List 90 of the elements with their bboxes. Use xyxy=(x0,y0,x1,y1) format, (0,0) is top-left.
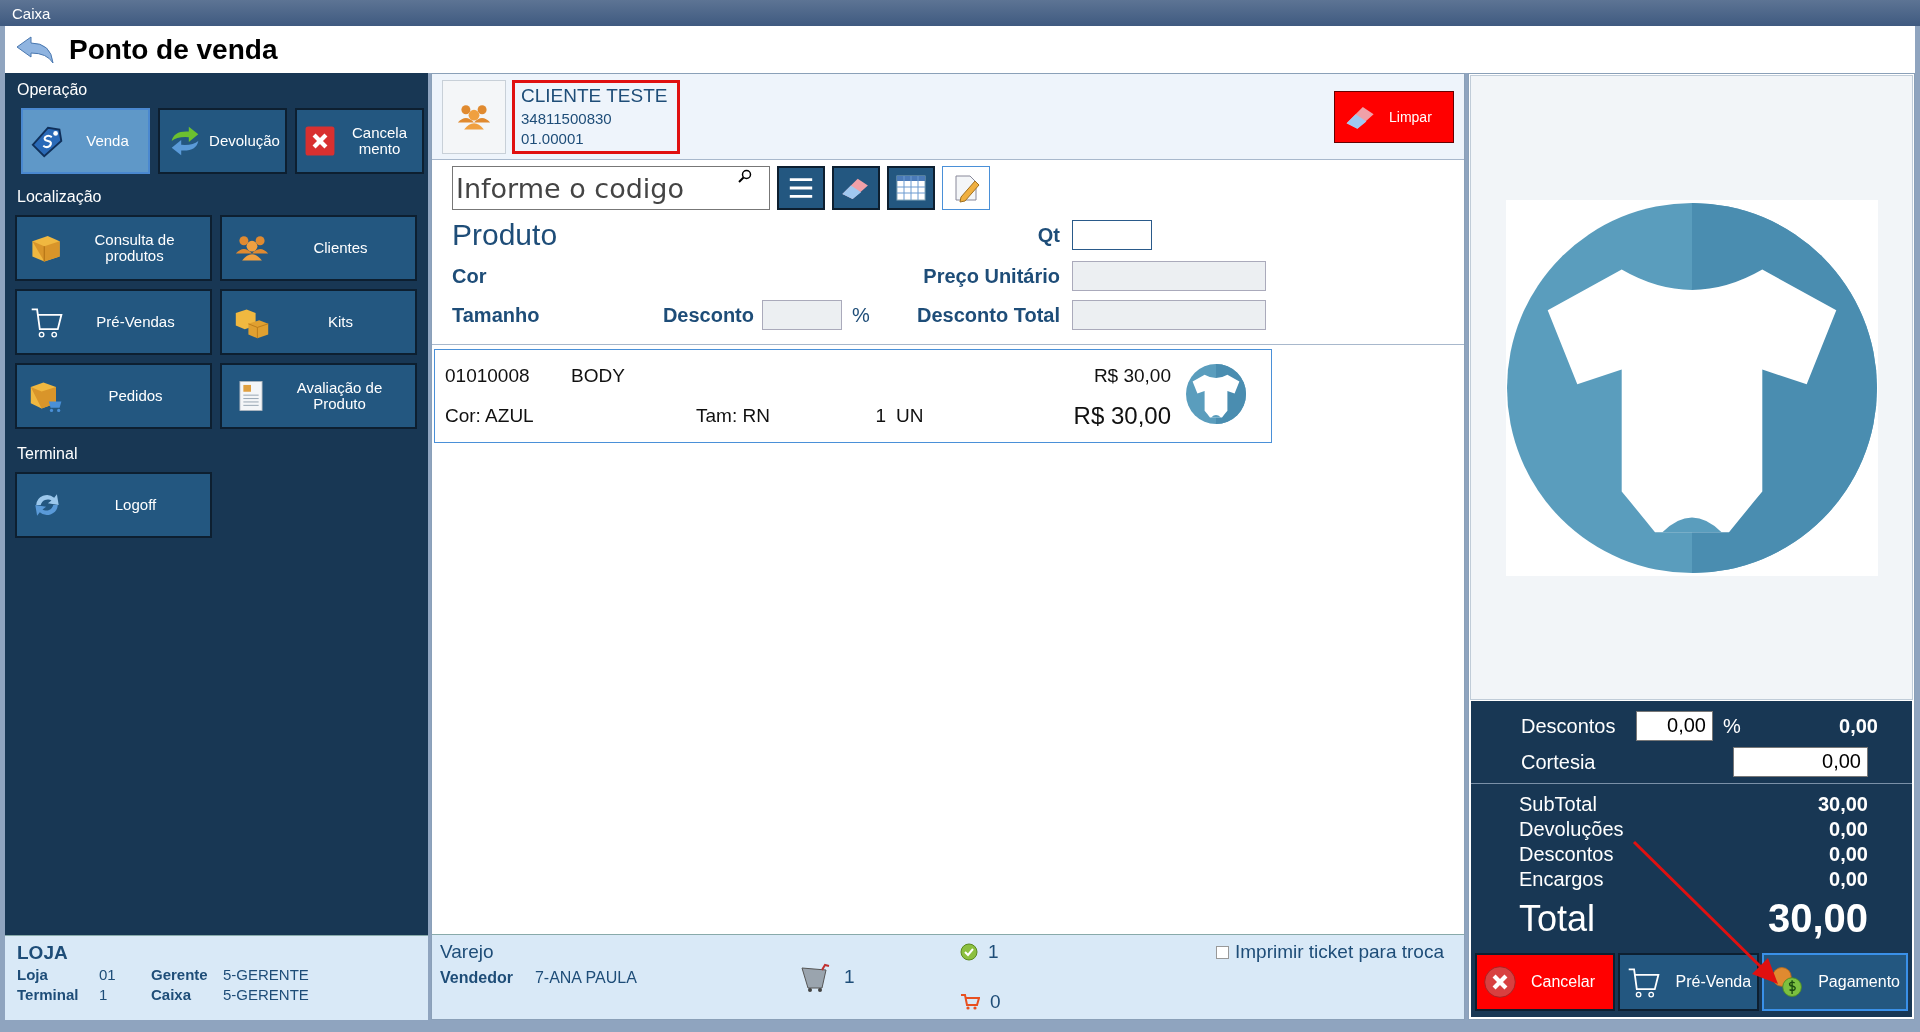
section-label: Operação xyxy=(17,81,89,99)
back-arrow-icon[interactable] xyxy=(15,34,55,65)
discount-percent-field[interactable]: 0,00 xyxy=(1636,711,1713,741)
field-value: 1 xyxy=(99,986,109,1003)
percent-sign: % xyxy=(852,303,870,327)
field-label: Vendedor xyxy=(440,969,513,987)
page-title: Ponto de venda xyxy=(69,33,278,66)
sidebar-button[interactable]: Avaliação de Produto xyxy=(220,363,417,429)
client-button[interactable] xyxy=(442,79,506,154)
field-label: Gerente xyxy=(151,966,209,983)
field-label: Descontos xyxy=(1521,714,1617,738)
client-name: CLIENTE TESTE xyxy=(521,84,669,107)
quantity-field[interactable] xyxy=(1072,220,1152,250)
item-card[interactable]: 01010008 BODY R$ 30,00 Cor: AZUL Tam: RN 1 UN R$ 30,00 xyxy=(434,349,1272,443)
field-label: Desconto xyxy=(662,303,754,327)
eraser-button[interactable] xyxy=(832,166,880,210)
item-size: Tam: RN xyxy=(696,405,771,427)
edit-button[interactable] xyxy=(942,166,990,210)
section-label: Terminal xyxy=(17,445,79,463)
total-label: Devoluções xyxy=(1519,817,1624,842)
total-value: 0,00 xyxy=(1829,817,1868,842)
percent-sign: % xyxy=(1723,714,1742,738)
field-label: Cor xyxy=(452,264,488,288)
sidebar-button[interactable]: Logoff xyxy=(15,472,212,538)
cart-count: 1 xyxy=(844,966,855,988)
close-icon xyxy=(303,124,337,158)
field-label: Desconto Total xyxy=(917,303,1060,327)
pending-count: 0 xyxy=(990,991,1001,1013)
item-name: BODY xyxy=(571,365,626,387)
product-title: Produto xyxy=(452,218,559,252)
action-button[interactable]: Cancelar xyxy=(1475,953,1615,1011)
grid-button[interactable] xyxy=(887,166,935,210)
field-label: Cortesia xyxy=(1521,750,1597,774)
discount-field[interactable] xyxy=(762,300,842,330)
total-label: SubTotal xyxy=(1519,792,1597,817)
total-value: 0,00 xyxy=(1829,867,1868,892)
search-icon xyxy=(738,169,752,183)
grand-total-value: 30,00 xyxy=(1767,896,1868,941)
sale-type: Varejo xyxy=(440,941,495,963)
sidebar-button[interactable]: Pré-Vendas xyxy=(15,289,212,355)
cart-icon xyxy=(800,962,830,992)
confirmed-count: 1 xyxy=(988,941,999,963)
item-total: R$ 30,00 xyxy=(1072,401,1171,431)
sidebar-button[interactable]: Consulta de produtos xyxy=(15,215,212,281)
table-icon xyxy=(895,175,927,201)
total-label: Encargos xyxy=(1519,867,1604,892)
discount-value: 0,00 xyxy=(1838,714,1878,738)
sidebar-button[interactable]: Kits xyxy=(220,289,417,355)
total-value: 30,00 xyxy=(1817,792,1868,817)
total-value: 0,00 xyxy=(1829,842,1868,867)
item-quantity: 1 xyxy=(875,405,886,427)
sidebar-button[interactable]: Clientes xyxy=(220,215,417,281)
sidebar-button[interactable]: Cancela mento xyxy=(295,108,424,174)
clear-button[interactable]: Limpar xyxy=(1334,90,1454,143)
grand-total-label: Total xyxy=(1519,897,1596,940)
client-document: 34811500830 xyxy=(521,109,613,127)
bodysuit-icon xyxy=(1186,363,1246,424)
item-unit: UN xyxy=(895,405,925,427)
sidebar-button[interactable]: Devolução xyxy=(158,108,287,174)
section-label: Localização xyxy=(17,188,103,206)
field-label: Preço Unitário xyxy=(923,264,1060,288)
seller-name: 7-ANA PAULA xyxy=(534,969,637,987)
unit-price-field[interactable] xyxy=(1072,261,1266,291)
close-icon xyxy=(1483,965,1517,999)
field-label: Terminal xyxy=(17,986,80,1003)
field-value: 5-GERENTE xyxy=(223,986,310,1003)
sidebar-button[interactable]: Pedidos xyxy=(15,363,212,429)
total-discount-field[interactable] xyxy=(1072,300,1266,330)
checkbox-label: Imprimir ticket para troca xyxy=(1234,941,1444,963)
client-code: 01.00001 xyxy=(521,129,585,147)
item-color: Cor: AZUL xyxy=(445,405,535,427)
menu-button[interactable] xyxy=(777,166,825,210)
action-button[interactable]: Pagamento xyxy=(1762,953,1908,1011)
field-label: Loja xyxy=(17,966,49,983)
check-icon xyxy=(960,943,978,961)
store-title: LOJA xyxy=(17,942,69,964)
cart-icon xyxy=(960,993,980,1011)
field-value: 01 xyxy=(99,966,117,983)
window-title: Caixa xyxy=(12,4,51,22)
courtesy-field[interactable]: 0,00 xyxy=(1733,747,1868,777)
search-field[interactable]: Informe o codigo xyxy=(452,166,770,210)
field-value: 5-GERENTE xyxy=(223,966,310,983)
field-label: Qt xyxy=(1037,223,1060,247)
item-unit-price: R$ 30,00 xyxy=(1092,365,1171,387)
print-ticket-checkbox[interactable] xyxy=(1215,946,1229,959)
action-button[interactable]: Pré-Venda xyxy=(1617,953,1760,1011)
field-label: Caixa xyxy=(151,986,193,1003)
item-code: 01010008 xyxy=(445,365,531,387)
field-label: Tamanho xyxy=(452,303,541,327)
total-label: Descontos xyxy=(1519,842,1614,867)
